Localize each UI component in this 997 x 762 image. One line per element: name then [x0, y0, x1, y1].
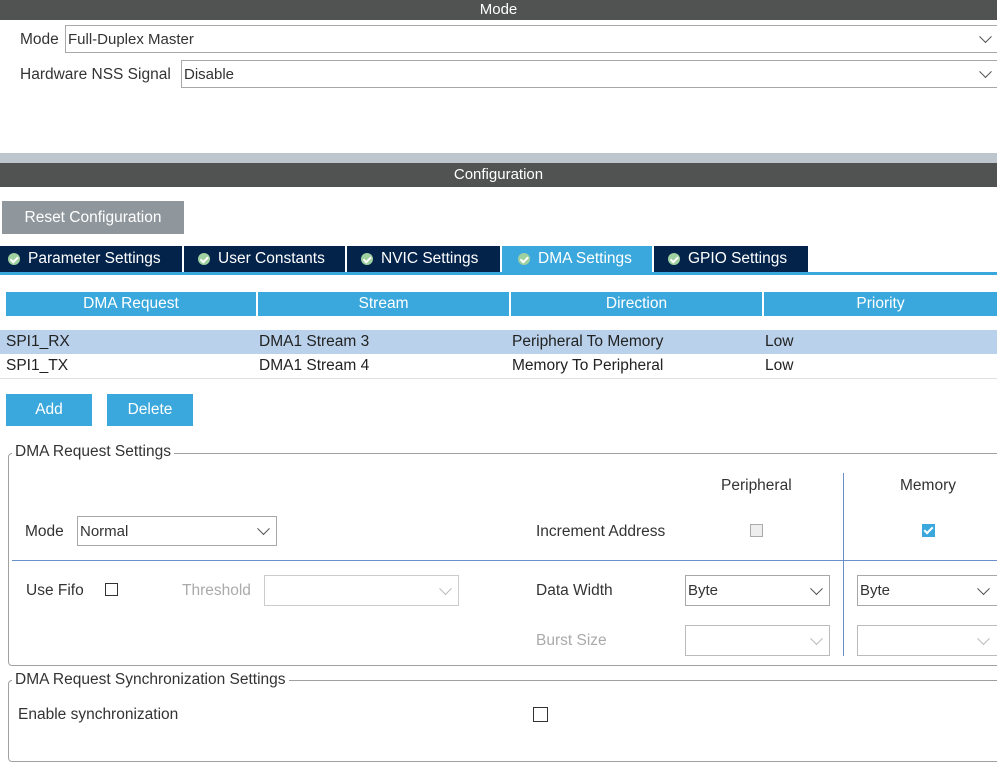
tab-label: DMA Settings — [538, 250, 632, 267]
tab-dma-settings[interactable]: DMA Settings — [502, 246, 652, 272]
use-fifo-checkbox[interactable] — [105, 583, 118, 596]
cell-stream: DMA1 Stream 4 — [259, 357, 370, 374]
memory-column-label: Memory — [900, 477, 956, 494]
peripheral-data-width-select[interactable]: Byte — [685, 575, 830, 606]
add-button[interactable]: Add — [6, 394, 92, 426]
chevron-down-icon — [977, 581, 990, 595]
column-header-dma-request[interactable]: DMA Request — [6, 292, 256, 316]
chevron-down-icon — [810, 631, 823, 645]
tab-label: GPIO Settings — [688, 250, 788, 267]
increment-address-label: Increment Address — [536, 523, 666, 540]
dma-request-settings-title: DMA Request Settings — [12, 443, 174, 461]
enable-sync-label: Enable synchronization — [18, 706, 179, 723]
table-row[interactable]: SPI1_RX DMA1 Stream 3 Peripheral To Memo… — [0, 330, 997, 354]
memory-data-width-value: Byte — [860, 582, 891, 599]
increment-memory-checkbox[interactable] — [922, 524, 935, 537]
enable-sync-checkbox[interactable] — [533, 707, 548, 722]
use-fifo-label: Use Fifo — [26, 582, 84, 599]
chevron-down-icon — [979, 30, 992, 44]
sync-settings-title: DMA Request Synchronization Settings — [12, 671, 289, 689]
tab-label: Parameter Settings — [28, 250, 161, 267]
column-header-priority[interactable]: Priority — [764, 292, 997, 316]
increment-peripheral-checkbox[interactable] — [750, 524, 763, 537]
threshold-label: Threshold — [182, 582, 251, 599]
divider — [0, 153, 997, 163]
cell-direction: Memory To Peripheral — [512, 357, 664, 374]
mode-select[interactable]: Full-Duplex Master — [65, 25, 997, 53]
nss-value: Disable — [184, 65, 235, 83]
peripheral-data-width-value: Byte — [688, 582, 719, 599]
tab-nvic-settings[interactable]: NVIC Settings — [347, 246, 500, 272]
cell-request: SPI1_RX — [6, 333, 70, 350]
chevron-down-icon — [977, 631, 990, 645]
cell-priority: Low — [765, 333, 794, 350]
chevron-down-icon — [257, 522, 270, 536]
delete-button[interactable]: Delete — [107, 394, 193, 426]
table-row[interactable]: SPI1_TX DMA1 Stream 4 Memory To Peripher… — [0, 354, 997, 379]
tab-label: User Constants — [218, 250, 325, 267]
peripheral-burst-size-select[interactable] — [685, 625, 830, 656]
check-circle-icon — [198, 253, 210, 265]
mode-header: Mode — [0, 0, 997, 20]
check-circle-icon — [8, 253, 20, 265]
memory-data-width-select[interactable]: Byte — [857, 575, 997, 606]
nss-select[interactable]: Disable — [181, 60, 997, 88]
tab-label: NVIC Settings — [381, 250, 479, 267]
chevron-down-icon — [979, 65, 992, 79]
tab-gpio-settings[interactable]: GPIO Settings — [654, 246, 808, 272]
dma-mode-label: Mode — [25, 523, 64, 540]
check-circle-icon — [668, 253, 680, 265]
configuration-header: Configuration — [0, 163, 997, 187]
burst-size-label: Burst Size — [536, 632, 607, 649]
mode-title: Mode — [479, 1, 518, 18]
check-circle-icon — [361, 253, 373, 265]
column-header-direction[interactable]: Direction — [511, 292, 762, 316]
check-circle-icon — [518, 253, 530, 265]
column-header-stream[interactable]: Stream — [258, 292, 509, 316]
mode-value: Full-Duplex Master — [68, 30, 194, 48]
nss-label: Hardware NSS Signal — [20, 66, 171, 83]
reset-configuration-button[interactable]: Reset Configuration — [2, 201, 184, 234]
data-width-label: Data Width — [536, 582, 613, 599]
cell-direction: Peripheral To Memory — [512, 333, 664, 350]
peripheral-column-label: Peripheral — [721, 477, 792, 494]
cell-priority: Low — [765, 357, 794, 374]
chevron-down-icon — [439, 581, 452, 595]
mode-label: Mode — [20, 31, 59, 48]
cell-request: SPI1_TX — [6, 357, 69, 374]
threshold-select[interactable] — [264, 575, 459, 606]
dma-mode-select[interactable]: Normal — [77, 516, 277, 546]
memory-burst-size-select[interactable] — [857, 625, 997, 656]
tab-user-constants[interactable]: User Constants — [184, 246, 345, 272]
check-icon — [923, 524, 934, 535]
chevron-down-icon — [810, 581, 823, 595]
configuration-title: Configuration — [453, 166, 544, 183]
row-divider — [12, 560, 997, 561]
tab-parameter-settings[interactable]: Parameter Settings — [0, 246, 182, 272]
column-divider — [843, 473, 844, 656]
tab-underline — [0, 272, 997, 275]
dma-mode-value: Normal — [80, 522, 129, 540]
cell-stream: DMA1 Stream 3 — [259, 333, 370, 350]
